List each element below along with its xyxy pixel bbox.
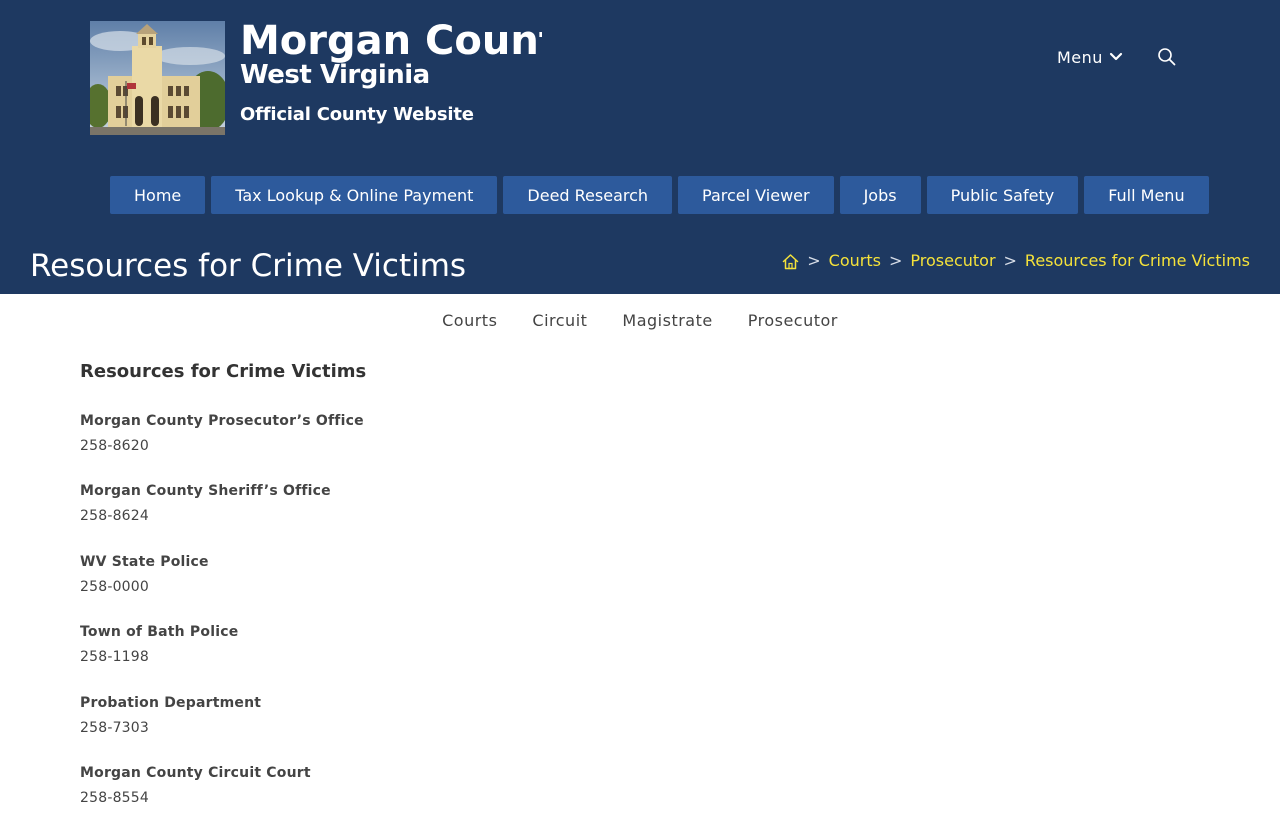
content-heading: Resources for Crime Victims [80, 361, 367, 382]
breadcrumb-prosecutor-link[interactable]: Prosecutor [910, 250, 995, 272]
contact-name: Morgan County Sheriff’s Office [80, 483, 331, 500]
contact-entry: Probation Department 258-7303 [80, 693, 1200, 763]
contact-name: Town of Bath Police [80, 624, 239, 641]
subnav-magistrate-link[interactable]: Magistrate [622, 309, 712, 333]
breadcrumb-separator: > [807, 251, 821, 270]
subnav-courts-link[interactable]: Courts [442, 309, 497, 333]
contact-phone: 258-8554 [80, 789, 150, 806]
contact-phone: 258-8620 [80, 438, 150, 454]
site-subtitle: West Virginia [240, 60, 430, 90]
breadcrumb-separator: > [888, 251, 903, 270]
contact-name: Probation Department [80, 694, 262, 711]
nav-home-button[interactable]: Home [110, 176, 206, 214]
site-tagline: Official County Website [240, 104, 474, 125]
breadcrumb-current-page[interactable]: Resources for Crime Victims [1025, 250, 1250, 272]
nav-tax-lookup-button[interactable]: Tax Lookup & Online Payment [211, 176, 498, 214]
home-icon[interactable] [782, 253, 799, 270]
site-header: Morgan County West Virginia Official Cou… [0, 0, 1280, 294]
contact-entry: Morgan County Sheriff’s Office 258-8624 [80, 481, 1200, 551]
contact-entry: WV State Police 258-0000 [80, 552, 1200, 622]
breadcrumb-courts-link[interactable]: Courts [829, 250, 881, 272]
contact-phone: 258-0000 [80, 578, 150, 595]
contact-phone: 258-7303 [80, 719, 150, 736]
contact-entry: Town of Bath Police 258-1198 [80, 622, 1200, 692]
breadcrumb: > Courts > Prosecutor > Resources for Cr… [782, 250, 1250, 272]
contact-phone: 258-8624 [80, 508, 150, 525]
main-nav: Home Tax Lookup & Online Payment Deed Re… [110, 176, 1209, 214]
main-content: Resources for Crime Victims Morgan Count… [80, 359, 1200, 833]
page-title: Resources for Crime Victims [30, 248, 467, 284]
breadcrumb-separator: > [1003, 251, 1017, 270]
subnav-circuit-link[interactable]: Circuit [532, 309, 587, 333]
nav-deed-research-button[interactable]: Deed Research [503, 176, 673, 214]
nav-parcel-viewer-button[interactable]: Parcel Viewer [678, 176, 834, 214]
contact-name: Morgan County Circuit Court [80, 764, 311, 781]
contact-name: Morgan County Prosecutor’s Office [80, 413, 364, 429]
contact-phone: 258-1198 [80, 649, 150, 666]
menu-toggle-label: Menu [1057, 47, 1103, 67]
nav-jobs-button[interactable]: Jobs [839, 176, 921, 214]
chevron-down-icon [1109, 52, 1123, 62]
courthouse-logo-image[interactable] [90, 21, 225, 135]
contact-entry: Morgan County Prosecutor’s Office 258-86… [80, 411, 1200, 481]
contact-name: WV State Police [80, 553, 209, 570]
contact-entry: Morgan County Circuit Court 258-8554 [80, 763, 1200, 833]
search-icon[interactable] [1157, 47, 1177, 67]
subnav-prosecutor-link[interactable]: Prosecutor [748, 309, 838, 333]
site-title[interactable]: Morgan County [240, 18, 542, 64]
nav-public-safety-button[interactable]: Public Safety [926, 176, 1079, 214]
menu-toggle-button[interactable]: Menu [1057, 46, 1123, 68]
nav-full-menu-button[interactable]: Full Menu [1084, 176, 1209, 214]
section-subnav: Courts Circuit Magistrate Prosecutor [0, 309, 1280, 333]
